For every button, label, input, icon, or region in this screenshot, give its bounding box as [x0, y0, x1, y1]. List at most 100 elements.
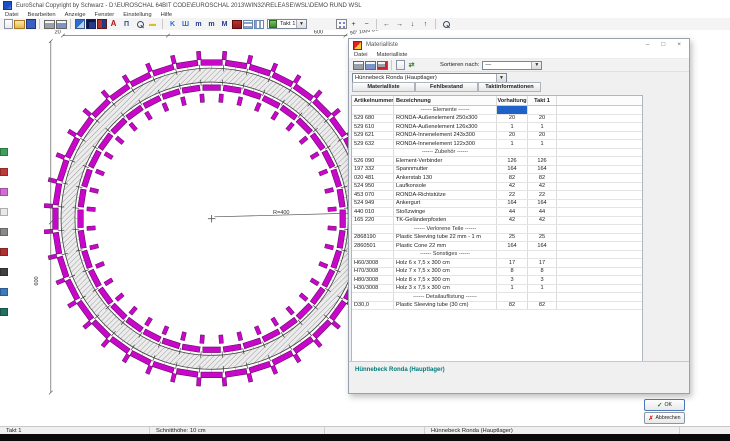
wall-tool-icon[interactable]: K	[167, 19, 179, 30]
print-setup-icon[interactable]	[365, 61, 376, 70]
view-3d-icon[interactable]	[97, 19, 107, 29]
window-title: EuroSchal Copyright by Schwarz - D:\EURO…	[16, 3, 362, 9]
new-file-icon[interactable]	[4, 19, 13, 29]
table-section-row[interactable]: ------ Elemente ------	[352, 106, 642, 115]
takt-icon	[269, 20, 277, 28]
dialog-footer: Hünnebeck Ronda (Hauptlager)	[349, 361, 689, 377]
left-palette-swatch[interactable]	[0, 168, 8, 176]
left-palette-swatch[interactable]	[0, 208, 8, 216]
cancel-button[interactable]: ✗ Abbrechen	[644, 412, 685, 424]
table-row[interactable]: D30,0Plastic Sleeving tube (30 cm)8282	[352, 302, 642, 311]
dialog-body: MateriallisteFehlbestandTaktinformatione…	[349, 85, 689, 377]
column-header[interactable]: Vorhaltung	[497, 96, 528, 105]
table-row[interactable]: 529 610RONDA-Außenelement 126x30011	[352, 123, 642, 132]
table-section-row[interactable]: ------ Verlorene Teile ------	[352, 225, 642, 234]
table-section-row[interactable]: ------ Detailauflistung ------	[352, 293, 642, 302]
left-palette-swatch[interactable]	[0, 228, 8, 236]
dialog-menu-materialliste[interactable]: Materialliste	[377, 52, 408, 58]
left-palette-swatch[interactable]	[0, 188, 8, 196]
column-header[interactable]: Takt 1	[528, 96, 557, 105]
open-folder-icon[interactable]	[14, 20, 25, 29]
table-row[interactable]: H70/3008Holz 7 x 7,5 x 300 cm88	[352, 268, 642, 277]
copy-list-icon[interactable]	[396, 60, 405, 70]
table-row[interactable]: 165 220TK-Geländerpfosten4242	[352, 217, 642, 226]
table-row[interactable]: 020 481Ankerstab 1308282	[352, 174, 642, 183]
export-icon[interactable]: ⇄	[406, 60, 418, 71]
list-view-icon[interactable]	[254, 20, 264, 29]
ok-button[interactable]: ✓ OK	[644, 399, 685, 411]
view-plan-icon[interactable]	[86, 19, 96, 29]
view-walls-icon[interactable]	[75, 19, 85, 29]
dialog-toolbar: ⇄ Sortieren nach: — ▼	[349, 59, 689, 72]
table-section-row[interactable]: ------ Sonstiges ------	[352, 251, 642, 260]
grid-view-icon[interactable]	[243, 20, 253, 29]
dialog-titlebar[interactable]: Materialliste – □ ×	[349, 39, 689, 51]
menu-anzeige[interactable]: Anzeige	[65, 12, 86, 18]
toolbar-separator	[162, 19, 163, 29]
left-palette-swatch[interactable]	[0, 148, 8, 156]
pan-right-icon[interactable]: →	[394, 19, 406, 30]
menu-einstellung[interactable]: Einstellung	[123, 12, 151, 18]
left-palette-swatch[interactable]	[0, 288, 8, 296]
dialog-menu-datei[interactable]: Datei	[354, 52, 368, 58]
save-icon[interactable]	[26, 19, 36, 29]
table-row[interactable]: H60/3008Holz 6 x 7,5 x 300 cm1717	[352, 259, 642, 268]
axis-tool-icon[interactable]: Ш	[180, 19, 192, 30]
pan-left-icon[interactable]: ←	[381, 19, 393, 30]
print-icon[interactable]	[353, 61, 364, 70]
print-cancel-icon[interactable]	[377, 61, 388, 70]
tab-materialliste[interactable]: Materialliste	[352, 82, 415, 92]
chevron-down-icon[interactable]: ▼	[496, 74, 506, 82]
tab-fehlbestand[interactable]: Fehlbestand	[415, 82, 478, 92]
cycle-table-icon[interactable]: m	[206, 19, 218, 30]
overview-icon[interactable]	[336, 19, 347, 29]
table-row[interactable]: 529 680RONDA-Außenelement 250x3002020	[352, 115, 642, 124]
pan-down-icon[interactable]: ↓	[407, 19, 419, 30]
table-row[interactable]: 2860501Plastic Cone 22 mm164164	[352, 242, 642, 251]
dimension-tool-icon[interactable]: Π	[121, 19, 133, 30]
table-row[interactable]: 197 332Spannmutter164164	[352, 166, 642, 175]
table-row[interactable]: 2868190Plastic Sleeving tube 22 mm - 1 m…	[352, 234, 642, 243]
menu-bearbeiten[interactable]: Bearbeiten	[28, 12, 56, 18]
close-icon[interactable]: ×	[677, 42, 681, 49]
color-tool-icon[interactable]: ▬	[147, 19, 159, 30]
print-icon[interactable]	[44, 20, 55, 29]
zoom-tool-icon[interactable]	[134, 19, 146, 30]
sort-dropdown[interactable]: — ▼	[482, 61, 542, 70]
material-table[interactable]: ArtikelnummerBezeichnungVorhaltungTakt 1…	[351, 95, 643, 377]
takt-dropdown[interactable]: Takt 1▼	[267, 19, 307, 29]
zoom-in-icon[interactable]: +	[348, 19, 360, 30]
zoom-out-icon[interactable]: −	[361, 19, 373, 30]
minimize-icon[interactable]: –	[646, 42, 650, 49]
chevron-down-icon[interactable]: ▼	[531, 62, 541, 69]
menu-fenster[interactable]: Fenster	[95, 12, 115, 18]
table-row[interactable]: 453 070RONDA-Richtstütze2222	[352, 191, 642, 200]
table-section-row[interactable]: ------ Zubehör ------	[352, 149, 642, 158]
menu-datei[interactable]: Datei	[5, 12, 19, 18]
chevron-down-icon[interactable]: ▼	[296, 20, 306, 28]
menu-hilfe[interactable]: Hilfe	[161, 12, 173, 18]
zoom-window-icon[interactable]	[440, 19, 452, 30]
column-header[interactable]: Artikelnummer	[352, 96, 394, 105]
left-palette-swatch[interactable]	[0, 308, 8, 316]
pan-up-icon[interactable]: ↑	[420, 19, 432, 30]
maximize-icon[interactable]: □	[661, 42, 665, 49]
left-palette-swatch[interactable]	[0, 268, 8, 276]
dim-top-label: 600	[314, 30, 323, 36]
takt-table-icon[interactable]: m	[193, 19, 205, 30]
table-row[interactable]: 524 950Laufkonsole4242	[352, 183, 642, 192]
left-palette-swatch[interactable]	[0, 248, 8, 256]
material-table-icon[interactable]: M	[219, 19, 231, 30]
table-row[interactable]: 440 010Stoßzwinge4444	[352, 208, 642, 217]
table-row[interactable]: 529 632RONDA-Innenelement 122x30011	[352, 140, 642, 149]
table-row[interactable]: H30/3008Holz 3 x 7,5 x 300 cm11	[352, 285, 642, 294]
tab-taktinformationen[interactable]: Taktinformationen	[478, 82, 541, 92]
table-row[interactable]: 526 090Element-Verbinder126126	[352, 157, 642, 166]
table-row[interactable]: 529 621RONDA-Innenelement 243x3002020	[352, 132, 642, 141]
text-tool-icon[interactable]: A	[108, 19, 120, 30]
column-header[interactable]: Bezeichnung	[394, 96, 497, 105]
print-preview-icon[interactable]	[56, 20, 67, 29]
table-row[interactable]: 524 949Ankergurt164164	[352, 200, 642, 209]
table-row[interactable]: H80/3008Holz 8 x 7,5 x 300 cm33	[352, 276, 642, 285]
library-icon[interactable]	[232, 20, 242, 29]
